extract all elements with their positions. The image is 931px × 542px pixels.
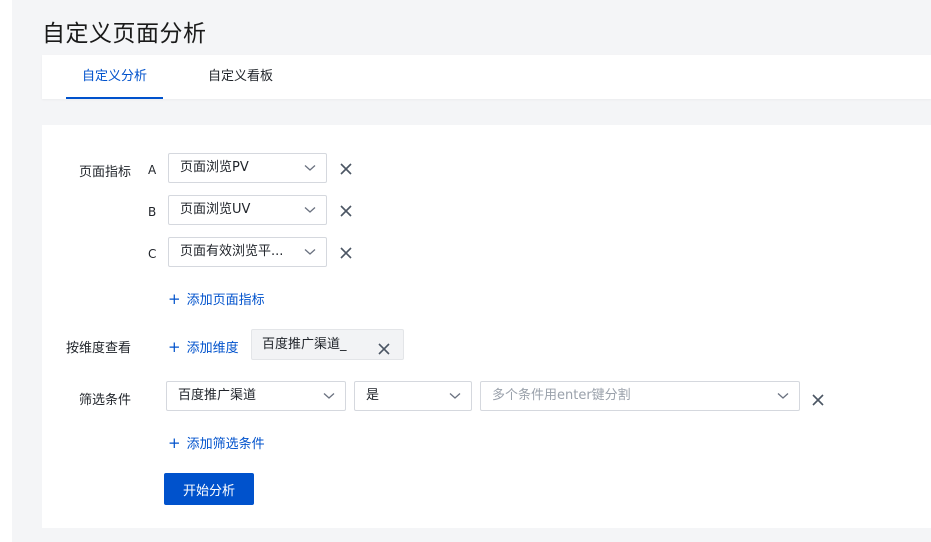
plus-icon: +	[168, 338, 181, 356]
metric-select-a-value: 页面浏览PV	[180, 160, 249, 175]
tab-custom-analysis[interactable]: 自定义分析	[65, 55, 164, 99]
close-icon[interactable]	[377, 338, 391, 355]
metric-select-b-value: 页面浏览UV	[180, 202, 251, 217]
plus-icon: +	[168, 434, 181, 452]
page-title: 自定义页面分析	[42, 21, 207, 47]
chevron-down-icon	[777, 382, 789, 410]
close-icon[interactable]	[339, 245, 353, 259]
metric-select-b[interactable]: 页面浏览UV	[168, 195, 327, 225]
metric-letter-b: B	[148, 205, 157, 219]
filter-label: 筛选条件	[79, 393, 132, 408]
metric-select-c-value: 页面有效浏览平...	[180, 244, 284, 259]
close-icon[interactable]	[339, 203, 353, 217]
metric-letter-a: A	[148, 163, 157, 177]
add-filter-link[interactable]: + 添加筛选条件	[168, 433, 265, 452]
metric-select-a[interactable]: 页面浏览PV	[168, 153, 327, 183]
add-filter-label: 添加筛选条件	[186, 437, 265, 452]
chevron-down-icon	[304, 238, 316, 266]
metric-letter-c: C	[148, 247, 157, 261]
close-icon[interactable]	[339, 161, 353, 175]
tab-custom-dashboard[interactable]: 自定义看板	[208, 55, 273, 99]
chevron-down-icon	[304, 154, 316, 182]
tab-bar: 自定义分析 自定义看板	[42, 55, 931, 99]
metric-select-c[interactable]: 页面有效浏览平...	[168, 237, 327, 267]
filter-value-select[interactable]: 多个条件用enter键分割	[480, 381, 800, 411]
add-dimension-link[interactable]: + 添加维度	[168, 337, 239, 356]
start-analysis-button[interactable]: 开始分析	[164, 473, 254, 505]
chevron-down-icon	[304, 196, 316, 224]
analysis-form: 页面指标 A 页面浏览PV B 页面浏览UV C 页面有效浏览平... + 添加页…	[42, 125, 931, 528]
close-icon[interactable]	[811, 392, 825, 406]
metrics-label: 页面指标	[79, 165, 132, 180]
chevron-down-icon	[323, 382, 335, 410]
filter-operator-select[interactable]: 是	[354, 381, 472, 411]
dimension-label: 按维度查看	[66, 341, 132, 356]
filter-operator-value: 是	[366, 388, 380, 403]
add-metric-link[interactable]: + 添加页面指标	[168, 289, 265, 308]
chevron-down-icon	[449, 382, 461, 410]
dimension-tag: 百度推广渠道_	[251, 329, 404, 360]
add-dimension-label: 添加维度	[186, 341, 239, 356]
filter-field-select[interactable]: 百度推广渠道	[166, 381, 346, 411]
add-metric-label: 添加页面指标	[186, 293, 265, 308]
plus-icon: +	[168, 290, 181, 308]
filter-value-placeholder: 多个条件用enter键分割	[492, 388, 631, 403]
filter-field-value: 百度推广渠道	[178, 388, 257, 403]
left-strip	[0, 0, 12, 542]
dimension-tag-label: 百度推广渠道_	[262, 337, 347, 352]
